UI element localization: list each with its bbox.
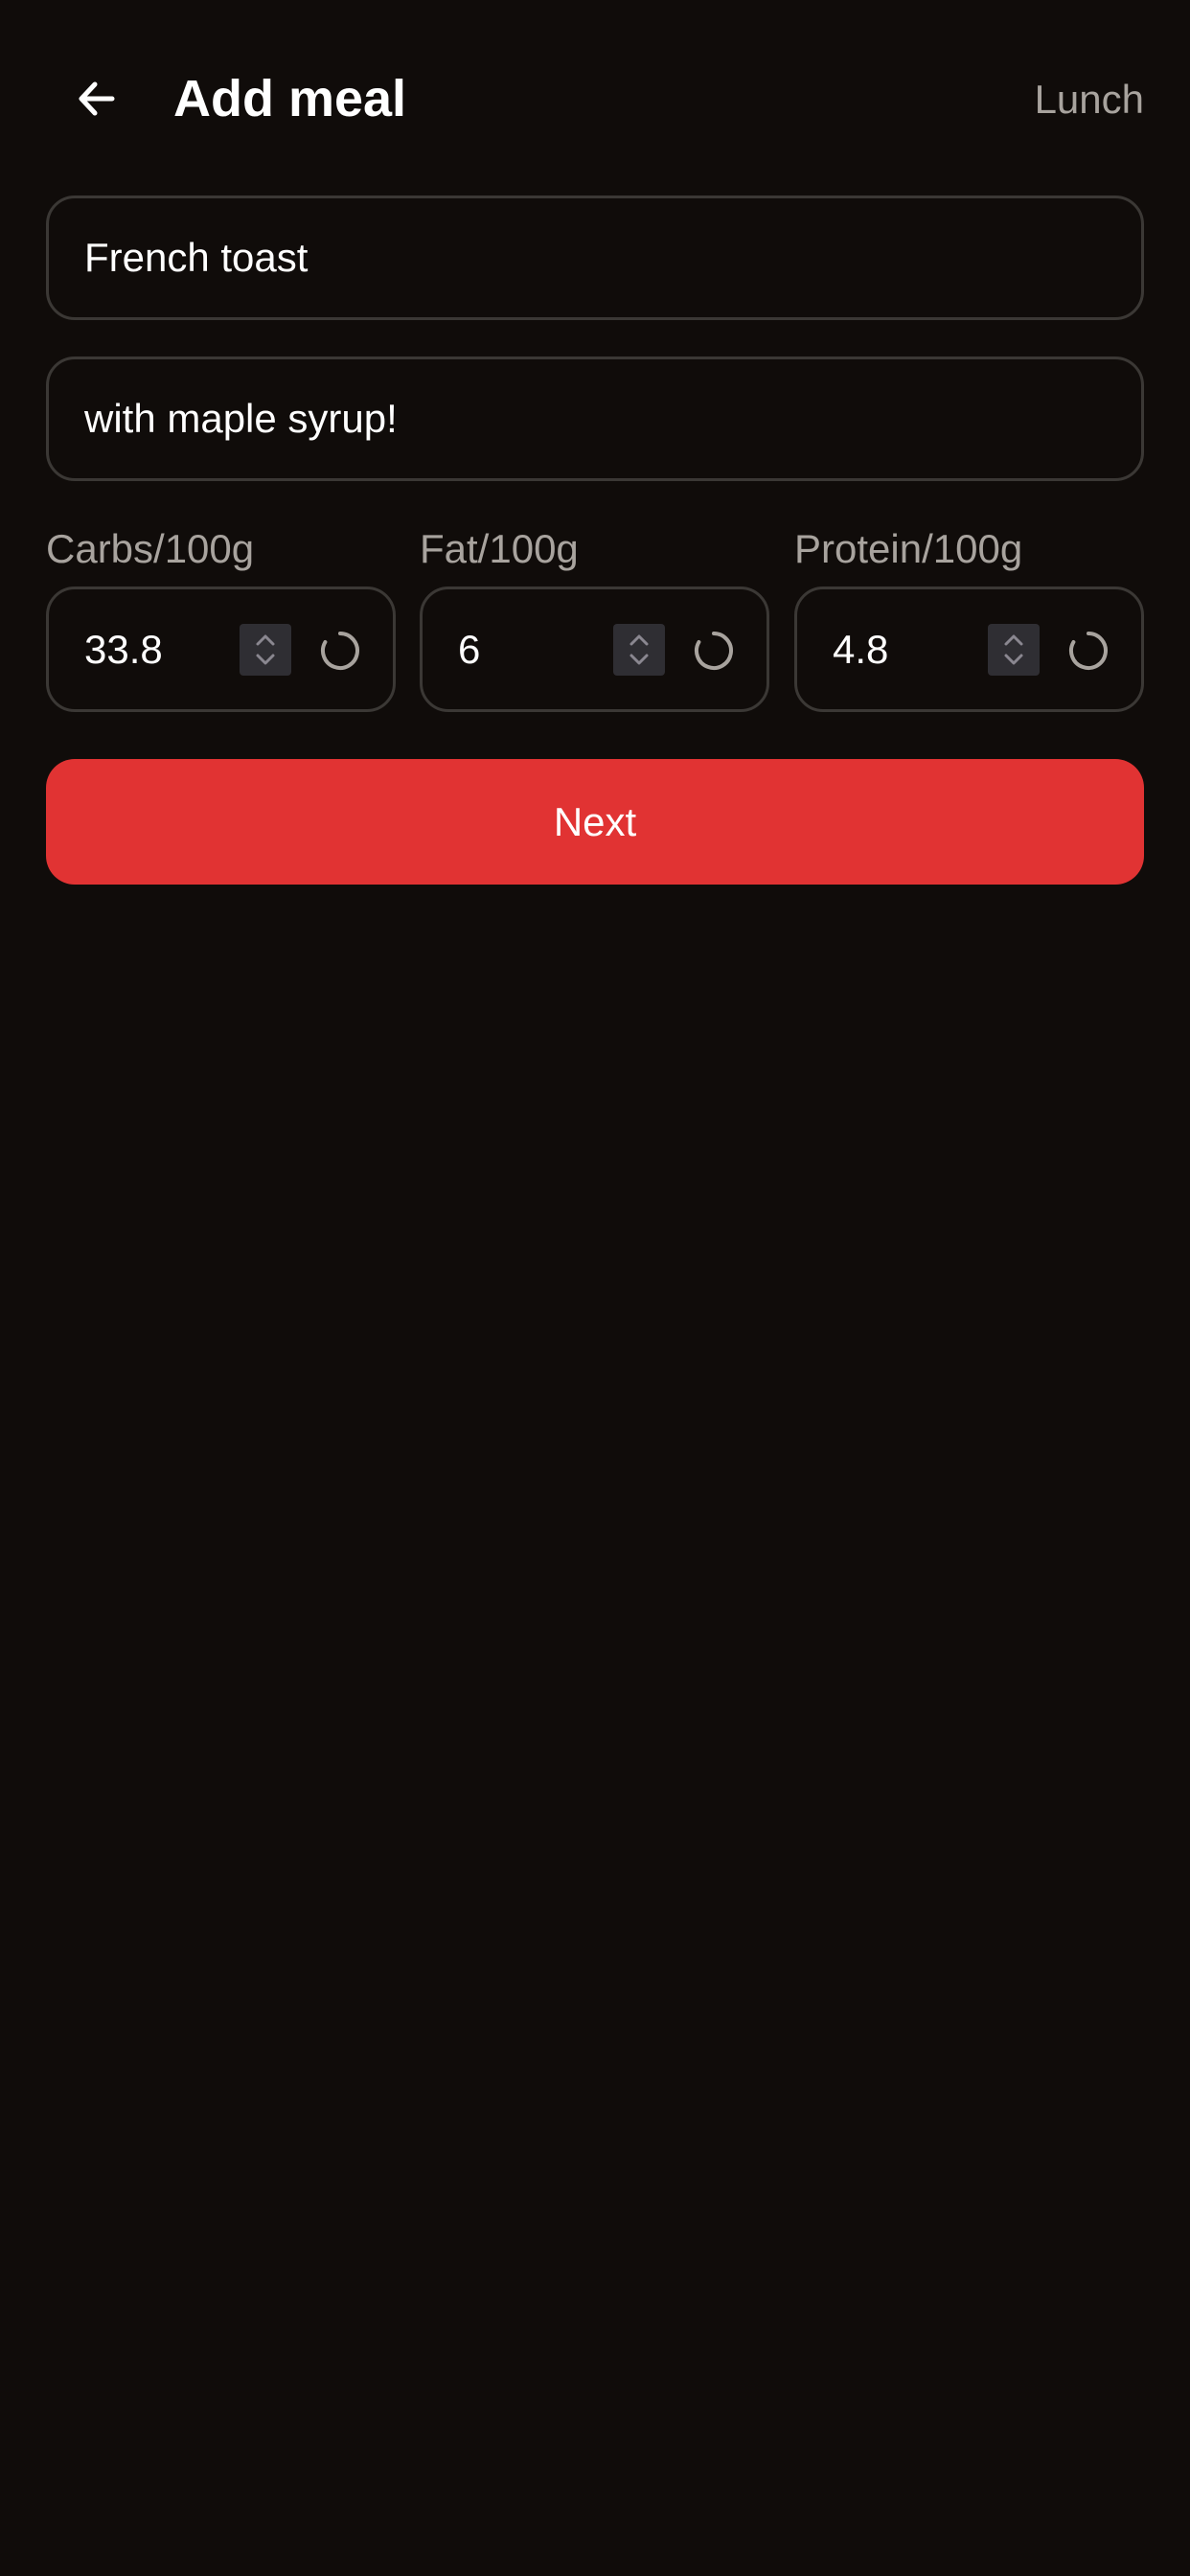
carbs-label: Carbs/100g: [46, 526, 255, 571]
chevron-up-down-icon: [256, 634, 275, 665]
app-header: Add meal Lunch: [0, 0, 1190, 197]
protein-field[interactable]: [794, 586, 1144, 712]
meal-name-field[interactable]: [46, 196, 1144, 320]
protein-label: Protein/100g: [794, 526, 1023, 571]
meal-description-field[interactable]: [46, 356, 1144, 481]
carbs-input[interactable]: [84, 589, 218, 709]
loading-spinner-icon: [321, 632, 359, 670]
carbs-field[interactable]: [46, 586, 396, 712]
fat-label: Fat/100g: [420, 526, 579, 571]
meal-name-input[interactable]: [49, 198, 1141, 317]
arrow-left-icon: [79, 81, 115, 116]
chevron-up-down-icon: [1004, 634, 1023, 665]
fat-field[interactable]: [420, 586, 769, 712]
carbs-stepper[interactable]: [240, 624, 291, 676]
meal-description-input[interactable]: [49, 359, 1141, 478]
meal-type-label[interactable]: Lunch: [1035, 73, 1144, 126]
back-button[interactable]: [57, 59, 136, 138]
chevron-up-down-icon: [629, 634, 649, 665]
fat-input[interactable]: [458, 589, 592, 709]
loading-spinner-icon: [1069, 632, 1108, 670]
protein-input[interactable]: [833, 589, 967, 709]
page-title: Add meal: [173, 70, 407, 127]
next-button[interactable]: Next: [46, 759, 1144, 885]
fat-stepper[interactable]: [613, 624, 665, 676]
loading-spinner-icon: [695, 632, 733, 670]
protein-stepper[interactable]: [988, 624, 1040, 676]
